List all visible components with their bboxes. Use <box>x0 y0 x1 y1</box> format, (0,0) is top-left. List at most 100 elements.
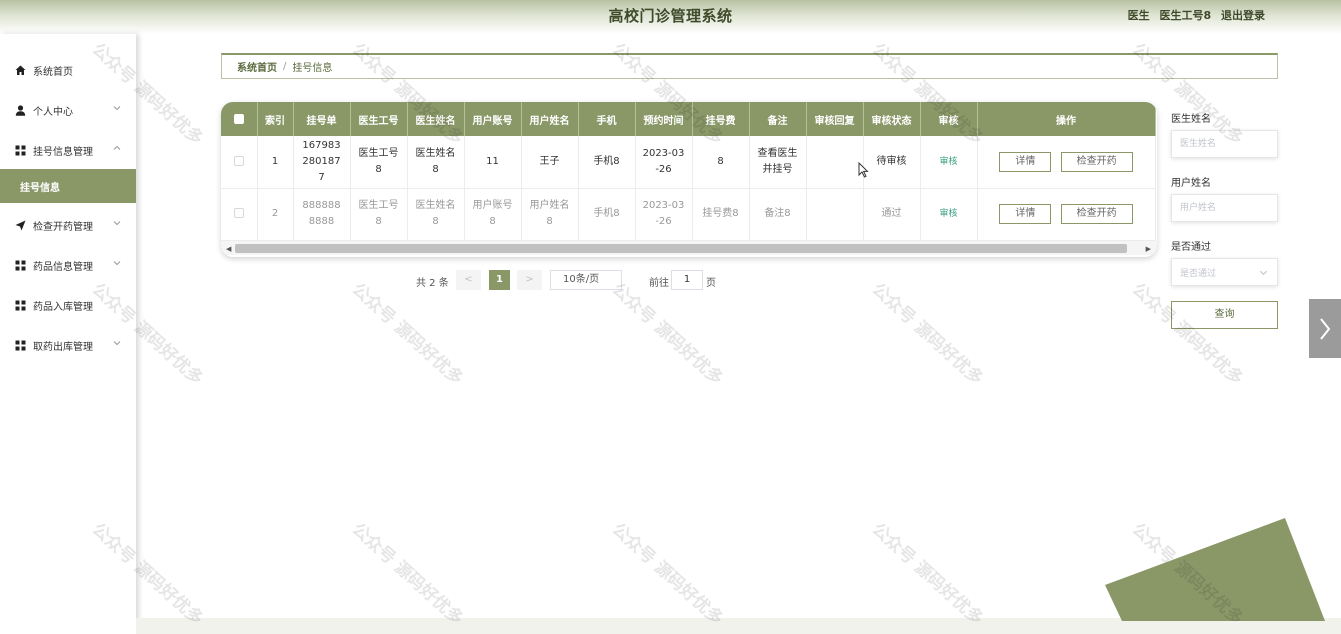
sidebar-item-home[interactable]: 系统首页 <box>0 53 136 87</box>
logout-link[interactable]: 退出登录 <box>1221 9 1265 22</box>
breadcrumb-current: 挂号信息 <box>292 63 333 74</box>
col-header-account: 用户账号 <box>464 102 522 136</box>
breadcrumb-separator: / <box>283 61 287 72</box>
detail-button[interactable]: 详情 <box>999 204 1052 224</box>
sidebar-item-drug-stock-in[interactable]: 药品入库管理 <box>0 288 136 322</box>
cell-time: 2023-03-26 <box>635 188 693 241</box>
sidebar-item-label: 挂号信息管理 <box>33 146 93 158</box>
goto-unit: 页 <box>706 278 716 289</box>
grid-icon <box>14 144 26 156</box>
horizontal-scrollbar[interactable]: ◀ ▶ <box>221 241 1157 255</box>
cell-order-no: 8888888888 <box>293 188 351 241</box>
cell-phone: 手机8 <box>578 136 636 189</box>
next-page-button[interactable]: > <box>517 270 542 290</box>
cell-account: 11 <box>464 136 522 189</box>
cell-user-name: 王子 <box>521 136 579 189</box>
table-row: 2 8888888888 医生工号8 医生姓名8 用户账号8 用户姓名8 手机8… <box>221 188 1156 241</box>
goto-label: 前往 <box>649 278 669 289</box>
cell-remark: 备注8 <box>749 188 807 241</box>
chevron-right-icon <box>1320 317 1331 340</box>
row-checkbox[interactable] <box>233 155 244 166</box>
col-header-order: 挂号单 <box>293 102 351 136</box>
cell-doctor-id: 医生工号8 <box>350 136 408 189</box>
cell-order-no: 1679832801877 <box>293 136 351 189</box>
goto-page-input[interactable]: 1 <box>671 270 703 290</box>
prescribe-button[interactable]: 检查开药 <box>1060 151 1133 172</box>
row-checkbox[interactable] <box>233 208 244 218</box>
chevron-down-icon <box>113 341 121 346</box>
breadcrumb-home[interactable]: 系统首页 <box>237 59 277 74</box>
sidebar-item-label: 系统首页 <box>33 66 73 78</box>
select-all-cell[interactable] <box>221 102 258 136</box>
scrollbar-thumb[interactable] <box>235 244 1127 253</box>
chevron-down-icon <box>113 261 121 266</box>
cell-account: 用户账号8 <box>464 188 522 241</box>
watermark: 公众号 源码好优多 <box>867 279 987 390</box>
scroll-right-icon[interactable]: ▶ <box>1146 245 1151 253</box>
sidebar: 系统首页 个人中心 挂号信息管理 挂号信息 检查开药管理 药品信息管理 药品入库… <box>0 34 136 634</box>
cell-reply <box>806 136 864 189</box>
watermark: 公众号 源码好优多 <box>1127 279 1247 390</box>
cell-fee: 8 <box>692 136 750 189</box>
sidebar-item-label: 药品入库管理 <box>33 301 93 313</box>
col-header-remark: 备注 <box>749 102 807 136</box>
sidebar-item-registration-mgmt[interactable]: 挂号信息管理 <box>0 133 136 167</box>
col-header-reply: 审核回复 <box>806 102 864 136</box>
watermark: 公众号 源码好优多 <box>347 279 467 390</box>
cell-remark: 查看医生并挂号 <box>749 136 807 189</box>
select-all-checkbox[interactable] <box>233 113 244 124</box>
cell-fee: 挂号费8 <box>692 188 750 241</box>
cell-doctor-name: 医生姓名8 <box>407 188 465 241</box>
prev-page-button[interactable]: < <box>456 270 481 290</box>
cell-status: 通过 <box>863 188 921 241</box>
user-name-input[interactable] <box>1171 194 1278 222</box>
sidebar-item-exam-mgmt[interactable]: 检查开药管理 <box>0 208 136 242</box>
page-number-1[interactable]: 1 <box>489 270 510 290</box>
prescribe-button[interactable]: 检查开药 <box>1060 204 1133 224</box>
pagination-total: 共 2 条 <box>416 278 449 289</box>
doctor-name-label: 医生姓名 <box>1171 114 1211 125</box>
pass-select[interactable]: 是否通过 <box>1171 258 1278 286</box>
scroll-left-icon[interactable]: ◀ <box>226 245 231 253</box>
decorative-shape <box>1105 518 1325 621</box>
cell-doctor-name: 医生姓名8 <box>407 136 465 189</box>
sidebar-item-profile[interactable]: 个人中心 <box>0 93 136 127</box>
doctor-name-input[interactable] <box>1171 130 1278 158</box>
sidebar-item-label: 取药出库管理 <box>33 341 93 353</box>
user-area: 医生 医生工号8 退出登录 <box>1122 7 1265 23</box>
col-header-doctor-name: 医生姓名 <box>407 102 465 136</box>
sidebar-item-label: 个人中心 <box>33 106 73 118</box>
watermark: 公众号 源码好优多 <box>867 519 987 630</box>
search-button[interactable]: 查询 <box>1171 301 1278 329</box>
cell-index: 2 <box>257 188 294 241</box>
col-header-doctor-id: 医生工号 <box>350 102 408 136</box>
grid-icon <box>14 339 26 351</box>
cell-phone: 手机8 <box>578 188 636 241</box>
cell-actions: 详情 检查开药 <box>977 188 1156 241</box>
watermark: 公众号 源码好优多 <box>607 279 727 390</box>
registration-table: 索引 挂号单 医生工号 医生姓名 用户账号 用户姓名 手机 预约时间 挂号费 备… <box>221 102 1157 257</box>
cell-reply <box>806 188 864 241</box>
mouse-cursor-icon <box>858 162 869 178</box>
sidebar-item-drug-stock-out[interactable]: 取药出库管理 <box>0 328 136 362</box>
breadcrumb: 系统首页 / 挂号信息 <box>221 53 1278 79</box>
chevron-down-icon <box>1259 270 1268 276</box>
cell-audit: 审核 <box>920 136 978 189</box>
watermark: 公众号 源码好优多 <box>347 519 467 630</box>
audit-link[interactable]: 审核 <box>939 157 957 167</box>
cell-index: 1 <box>257 136 294 189</box>
next-panel-button[interactable] <box>1309 299 1341 358</box>
user-role: 医生 <box>1127 9 1150 22</box>
detail-button[interactable]: 详情 <box>999 151 1052 172</box>
grid-icon <box>14 299 26 311</box>
sidebar-item-label: 检查开药管理 <box>33 221 93 233</box>
user-id: 医生工号8 <box>1159 9 1212 22</box>
chevron-down-icon <box>113 106 121 111</box>
audit-link[interactable]: 审核 <box>939 209 957 219</box>
top-header: 高校门诊管理系统 医生 医生工号8 退出登录 <box>0 0 1341 34</box>
sidebar-item-registration-info[interactable]: 挂号信息 <box>0 169 136 203</box>
user-name-label: 用户姓名 <box>1171 178 1211 189</box>
page-size-select[interactable]: 10条/页 <box>550 270 622 290</box>
cell-user-name: 用户姓名8 <box>521 188 579 241</box>
col-header-phone: 手机 <box>578 102 636 136</box>
